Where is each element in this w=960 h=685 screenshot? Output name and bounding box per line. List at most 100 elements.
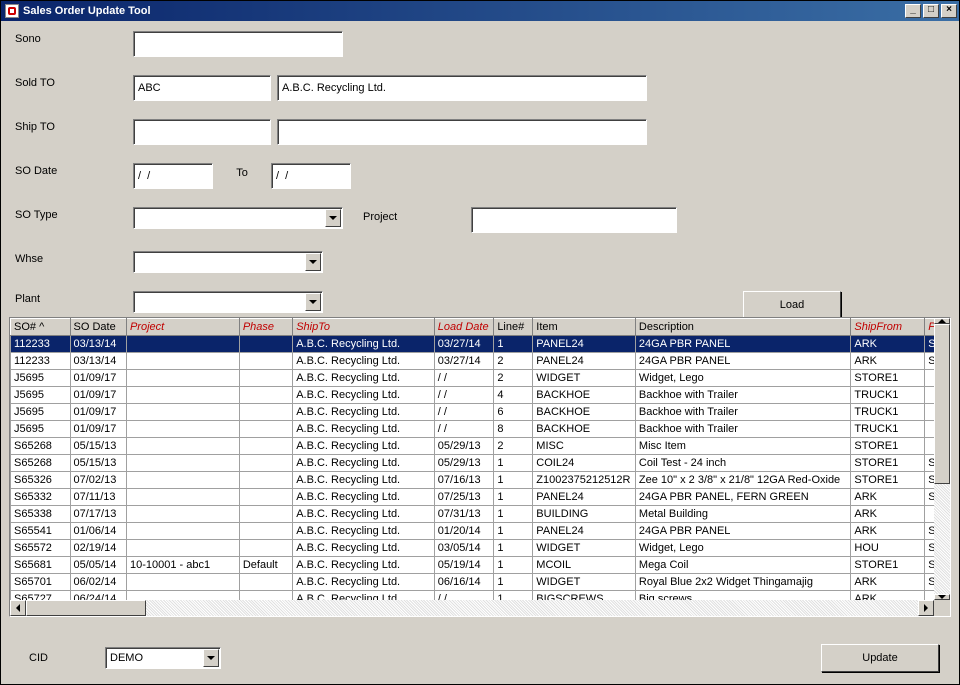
soldto-code-input[interactable]: [133, 75, 271, 101]
cell-shipfrom[interactable]: ARK: [851, 574, 925, 591]
cell-item[interactable]: BACKHOE: [533, 404, 636, 421]
cell-shipto[interactable]: A.B.C. Recycling Ltd.: [293, 370, 435, 387]
cell-item[interactable]: MISC: [533, 438, 636, 455]
cell-item[interactable]: PANEL24: [533, 489, 636, 506]
cell-so[interactable]: S65268: [11, 455, 71, 472]
cell-loaddate[interactable]: / /: [434, 387, 494, 404]
cell-loaddate[interactable]: 03/27/14: [434, 336, 494, 353]
cell-shipfrom[interactable]: ARK: [851, 353, 925, 370]
cell-line[interactable]: 1: [494, 557, 533, 574]
cell-shipfrom[interactable]: ARK: [851, 523, 925, 540]
dropdown-icon[interactable]: [325, 209, 341, 227]
vertical-scrollbar[interactable]: [934, 318, 950, 600]
cell-sodate[interactable]: 05/15/13: [70, 438, 126, 455]
cell-phase[interactable]: [239, 506, 292, 523]
cid-combo[interactable]: DEMO: [105, 647, 221, 669]
cell-shipfrom[interactable]: ARK: [851, 506, 925, 523]
load-button[interactable]: Load: [743, 291, 841, 319]
cell-loaddate[interactable]: / /: [434, 404, 494, 421]
scroll-right-icon[interactable]: [918, 600, 934, 616]
close-button[interactable]: ×: [941, 4, 957, 18]
cell-loaddate[interactable]: / /: [434, 370, 494, 387]
cell-so[interactable]: S65338: [11, 506, 71, 523]
cell-shipfrom[interactable]: TRUCK1: [851, 404, 925, 421]
cell-desc[interactable]: Royal Blue 2x2 Widget Thingamajig: [635, 574, 851, 591]
cell-project[interactable]: 10-10001 - abc1: [126, 557, 239, 574]
cell-phase[interactable]: [239, 574, 292, 591]
cell-phase[interactable]: [239, 489, 292, 506]
cell-desc[interactable]: Mega Coil: [635, 557, 851, 574]
cell-sodate[interactable]: 02/19/14: [70, 540, 126, 557]
cell-loaddate[interactable]: 03/27/14: [434, 353, 494, 370]
dropdown-icon[interactable]: [203, 649, 219, 667]
cell-item[interactable]: PANEL24: [533, 336, 636, 353]
cell-shipto[interactable]: A.B.C. Recycling Ltd.: [293, 506, 435, 523]
cell-desc[interactable]: Coil Test - 24 inch: [635, 455, 851, 472]
cell-loaddate[interactable]: / /: [434, 421, 494, 438]
cell-shipfrom[interactable]: STORE1: [851, 370, 925, 387]
cell-shipfrom[interactable]: HOU: [851, 540, 925, 557]
project-input[interactable]: [471, 207, 677, 233]
cell-phase[interactable]: [239, 472, 292, 489]
cell-project[interactable]: [126, 370, 239, 387]
cell-project[interactable]: [126, 421, 239, 438]
cell-sodate[interactable]: 01/09/17: [70, 370, 126, 387]
vertical-scroll-thumb[interactable]: [934, 324, 950, 484]
cell-item[interactable]: BACKHOE: [533, 387, 636, 404]
cell-item[interactable]: PANEL24: [533, 353, 636, 370]
cell-sodate[interactable]: 01/09/17: [70, 404, 126, 421]
shipto-name-input[interactable]: [277, 119, 647, 145]
cell-shipfrom[interactable]: TRUCK1: [851, 421, 925, 438]
scroll-left-icon[interactable]: [10, 600, 26, 616]
table-row[interactable]: S6557202/19/14A.B.C. Recycling Ltd.03/05…: [11, 540, 950, 557]
table-row[interactable]: J569501/09/17 A.B.C. Recycling Ltd./ /2WI…: [11, 370, 950, 387]
cell-phase[interactable]: [239, 353, 292, 370]
cell-shipto[interactable]: A.B.C. Recycling Ltd.: [293, 540, 435, 557]
cell-phase[interactable]: [239, 438, 292, 455]
cell-line[interactable]: 1: [494, 336, 533, 353]
column-header-phase[interactable]: Phase: [239, 319, 292, 336]
cell-item[interactable]: BUILDING: [533, 506, 636, 523]
cell-sodate[interactable]: 01/09/17: [70, 387, 126, 404]
cell-sodate[interactable]: 03/13/14: [70, 336, 126, 353]
column-header-line[interactable]: Line#: [494, 319, 533, 336]
cell-shipfrom[interactable]: STORE1: [851, 438, 925, 455]
cell-line[interactable]: 2: [494, 370, 533, 387]
table-row[interactable]: S6533807/17/13A.B.C. Recycling Ltd.07/31…: [11, 506, 950, 523]
cell-project[interactable]: [126, 540, 239, 557]
sodate-from-input[interactable]: [133, 163, 213, 189]
cell-shipto[interactable]: A.B.C. Recycling Ltd.: [293, 404, 435, 421]
cell-line[interactable]: 1: [494, 540, 533, 557]
cell-project[interactable]: [126, 387, 239, 404]
horizontal-scrollbar[interactable]: [10, 600, 934, 616]
column-header-shipfrom[interactable]: ShipFrom: [851, 319, 925, 336]
cell-item[interactable]: WIDGET: [533, 370, 636, 387]
cell-sodate[interactable]: 07/02/13: [70, 472, 126, 489]
cell-so[interactable]: S65326: [11, 472, 71, 489]
cell-line[interactable]: 2: [494, 353, 533, 370]
table-row[interactable]: S6526805/15/13A.B.C. Recycling Ltd.05/29…: [11, 455, 950, 472]
cell-shipto[interactable]: A.B.C. Recycling Ltd.: [293, 336, 435, 353]
cell-sodate[interactable]: 01/09/17: [70, 421, 126, 438]
cell-project[interactable]: [126, 506, 239, 523]
cell-item[interactable]: COIL24: [533, 455, 636, 472]
cell-loaddate[interactable]: 01/20/14: [434, 523, 494, 540]
cell-loaddate[interactable]: 05/29/13: [434, 438, 494, 455]
cell-phase[interactable]: [239, 336, 292, 353]
cell-phase[interactable]: [239, 404, 292, 421]
cell-shipto[interactable]: A.B.C. Recycling Ltd.: [293, 523, 435, 540]
table-row[interactable]: S6526805/15/13A.B.C. Recycling Ltd.05/29…: [11, 438, 950, 455]
cell-shipfrom[interactable]: STORE1: [851, 455, 925, 472]
cell-desc[interactable]: Misc Item: [635, 438, 851, 455]
dropdown-icon[interactable]: [305, 253, 321, 271]
cell-line[interactable]: 1: [494, 523, 533, 540]
cell-so[interactable]: S65268: [11, 438, 71, 455]
cell-shipto[interactable]: A.B.C. Recycling Ltd.: [293, 472, 435, 489]
cell-shipfrom[interactable]: STORE1: [851, 557, 925, 574]
cell-item[interactable]: PANEL24: [533, 523, 636, 540]
cell-shipfrom[interactable]: TRUCK1: [851, 387, 925, 404]
sono-input[interactable]: [133, 31, 343, 57]
cell-project[interactable]: [126, 336, 239, 353]
cell-so[interactable]: J5695: [11, 370, 71, 387]
maximize-button[interactable]: □: [923, 4, 939, 18]
